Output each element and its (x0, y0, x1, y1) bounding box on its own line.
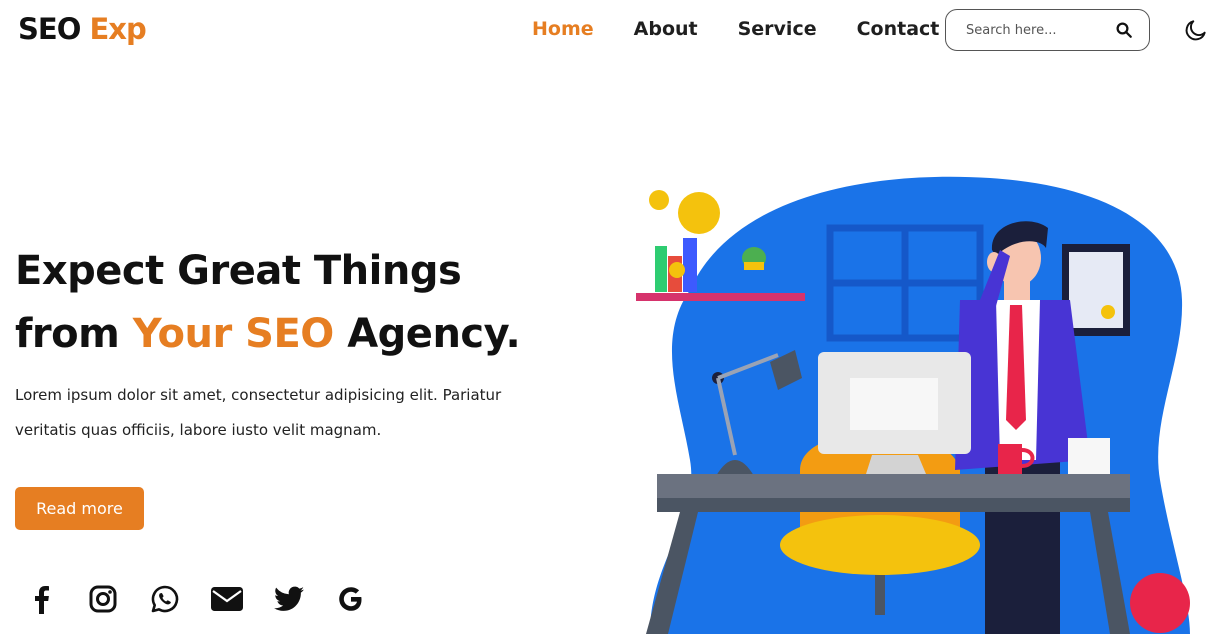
logo[interactable]: SEO Exp (18, 12, 147, 46)
headline-line1: Expect Great Things (15, 248, 462, 294)
nav-about[interactable]: About (634, 18, 698, 40)
facebook-icon[interactable] (24, 582, 58, 616)
logo-exp: Exp (89, 12, 146, 46)
whatsapp-icon[interactable] (148, 582, 182, 616)
search-box (945, 9, 1150, 51)
nav-contact[interactable]: Contact (857, 18, 940, 40)
businessman-office-illustration (636, 176, 1190, 634)
headline-accent: Your SEO (132, 311, 335, 357)
instagram-icon[interactable] (86, 582, 120, 616)
nav-service[interactable]: Service (738, 18, 817, 40)
twitter-icon[interactable] (272, 582, 306, 616)
email-icon[interactable] (210, 582, 244, 616)
description-line2: veritatis quas officiis, labore iusto ve… (15, 421, 382, 439)
headline-suffix: Agency. (347, 311, 521, 357)
read-more-button[interactable]: Read more (15, 487, 144, 530)
nav-home[interactable]: Home (532, 18, 594, 40)
search-input[interactable] (966, 22, 1106, 38)
headline-prefix: from (15, 311, 120, 357)
hero-description: Lorem ipsum dolor sit amet, consectetur … (15, 378, 575, 448)
moon-icon[interactable] (1183, 17, 1209, 43)
logo-seo: SEO (18, 12, 81, 46)
hero-headline: Expect Great Things from Your SEO Agency… (15, 240, 521, 366)
main-nav: Home About Service Contact (532, 18, 979, 40)
google-icon[interactable] (334, 582, 368, 616)
description-line1: Lorem ipsum dolor sit amet, consectetur … (15, 386, 502, 404)
search-icon[interactable] (1115, 21, 1133, 39)
social-links (24, 582, 396, 616)
